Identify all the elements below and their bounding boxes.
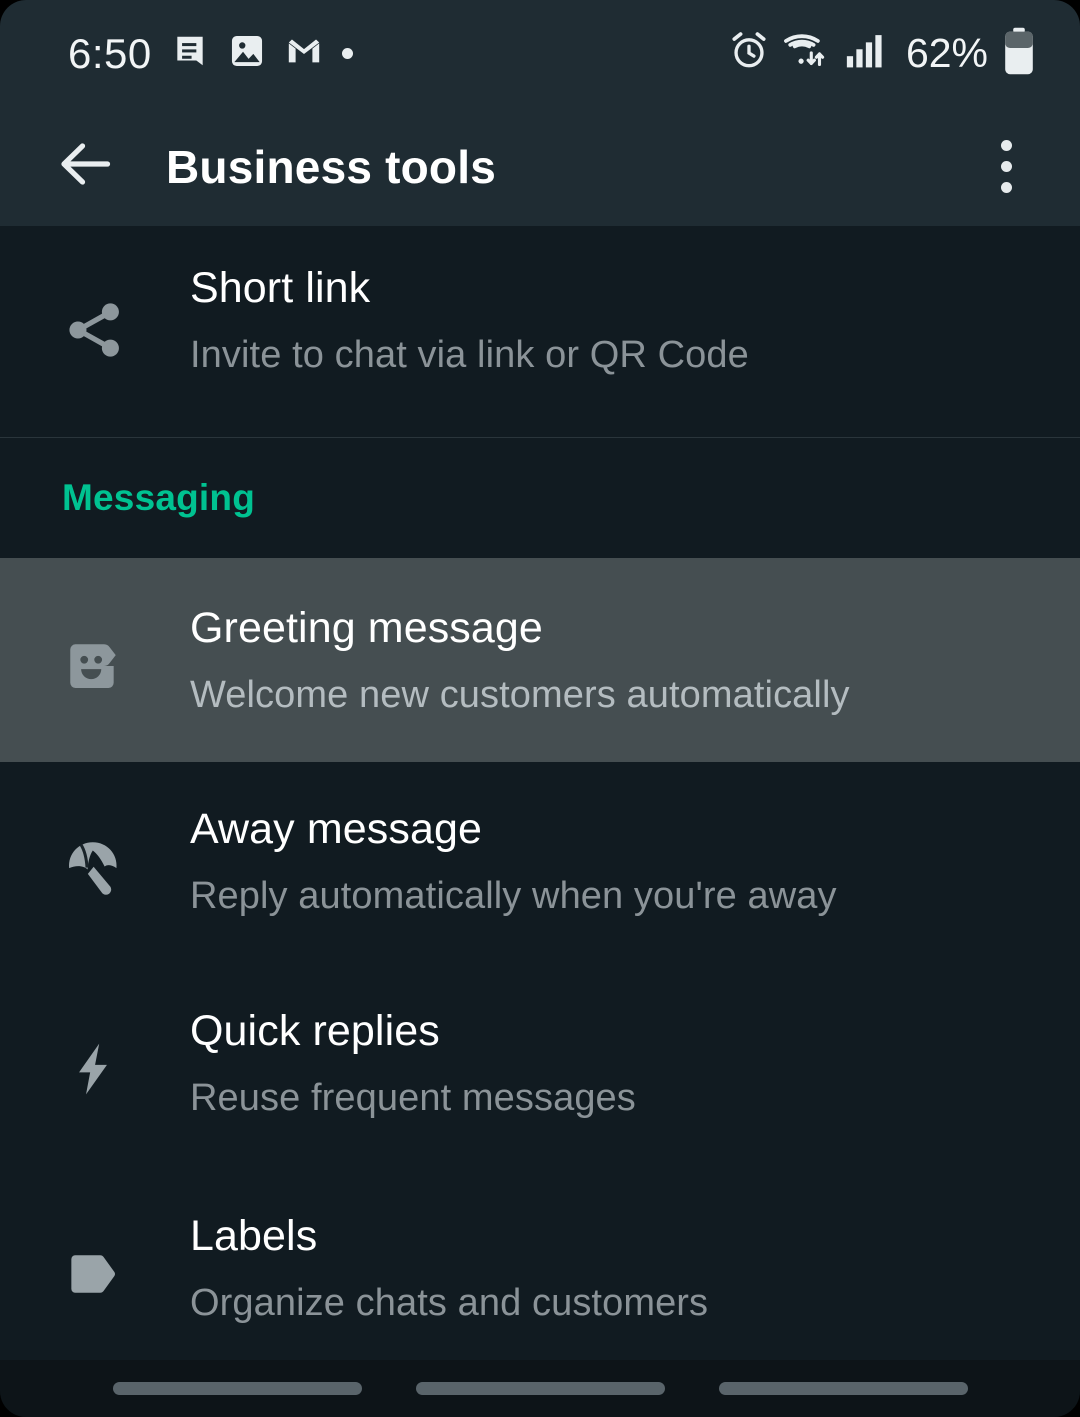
list-item-title: Quick replies [190, 1007, 440, 1055]
nav-pill-left[interactable] [112, 1382, 362, 1395]
list-item-text: Quick replies Reuse frequent messages [190, 1007, 1080, 1120]
list-item-text: Labels Organize chats and customers [190, 1212, 1080, 1325]
tag-icon [62, 1214, 132, 1334]
system-navigation-bar [0, 1360, 1080, 1417]
app-bar: Business tools [0, 107, 1080, 226]
list-item-text: Short link Invite to chat via link or QR… [190, 264, 1080, 377]
wifi-icon [784, 30, 830, 77]
section-header-messaging: Messaging [0, 438, 1080, 558]
list-item-short-link[interactable]: Short link Invite to chat via link or QR… [0, 226, 1080, 437]
list-item-subtitle: Organize chats and customers [190, 1282, 709, 1325]
list-item-subtitle: Reply automatically when you're away [190, 875, 837, 918]
list-item-title: Short link [190, 264, 371, 312]
list-item-title: Away message [190, 805, 482, 853]
list-item-text: Greeting message Welcome new customers a… [190, 604, 1080, 717]
list-item-labels[interactable]: Labels Organize chats and customers [0, 1171, 1080, 1351]
back-button[interactable] [46, 128, 124, 206]
nav-pill-center[interactable] [415, 1382, 665, 1395]
message-icon [171, 32, 209, 75]
battery-icon [1002, 27, 1036, 80]
list-item-subtitle: Welcome new customers automatically [190, 674, 850, 717]
list-item-subtitle: Invite to chat via link or QR Code [190, 334, 749, 377]
status-bar-right: 62% [728, 27, 1036, 80]
more-vertical-icon-dot-1 [1000, 140, 1012, 151]
umbrella-icon [62, 807, 132, 927]
settings-list: Short link Invite to chat via link or QR… [0, 226, 1080, 1417]
status-bar-left: 6:50 [68, 32, 353, 75]
section-header-label: Messaging [62, 477, 256, 518]
image-icon [228, 32, 266, 75]
list-item-greeting-message[interactable]: Greeting message Welcome new customers a… [0, 558, 1080, 762]
lightning-bolt-icon [62, 1009, 132, 1129]
chat-smiley-icon [62, 606, 132, 726]
dot-indicator [341, 48, 353, 59]
list-item-quick-replies[interactable]: Quick replies Reuse frequent messages [0, 966, 1080, 1171]
status-bar: 6:50 62% [0, 0, 1080, 107]
list-item-away-message[interactable]: Away message Reply automatically when yo… [0, 762, 1080, 966]
nav-pill-right[interactable] [718, 1382, 968, 1395]
list-item-title: Labels [190, 1212, 318, 1260]
share-icon [62, 266, 132, 394]
list-item-subtitle: Reuse frequent messages [190, 1077, 636, 1120]
signal-icon [844, 32, 886, 75]
more-vertical-icon-dot-2 [1000, 161, 1012, 172]
gmail-icon [285, 32, 323, 75]
alarm-icon [728, 30, 770, 77]
more-vertical-icon-dot-3 [1000, 182, 1012, 193]
status-time: 6:50 [68, 29, 152, 77]
list-item-title: Greeting message [190, 604, 543, 652]
page-title: Business tools [166, 140, 496, 193]
overflow-menu-button[interactable] [970, 123, 1042, 211]
phone-screen: 6:50 62% Business tools Short link Invit… [0, 0, 1080, 1417]
battery-percent: 62% [905, 30, 988, 76]
back-arrow-icon [55, 134, 115, 199]
list-item-text: Away message Reply automatically when yo… [190, 805, 1080, 918]
